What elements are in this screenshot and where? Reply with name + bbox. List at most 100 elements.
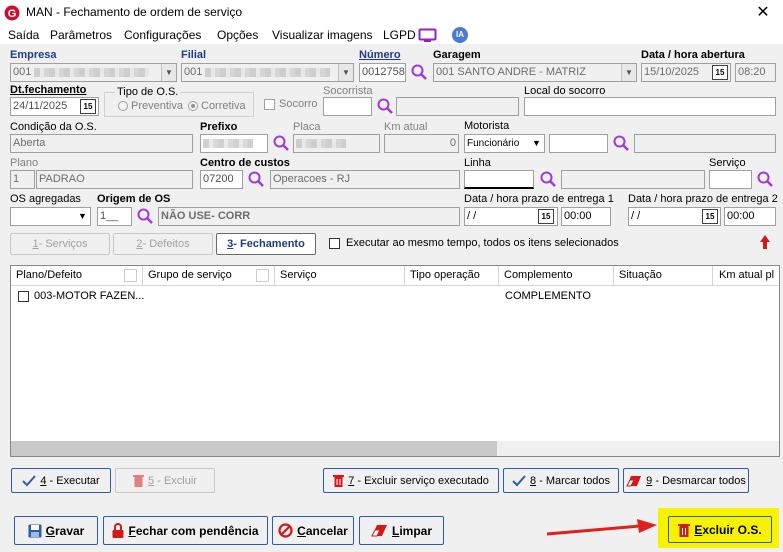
local-socorro-input[interactable] [524, 97, 776, 116]
row-checkbox[interactable] [18, 291, 29, 302]
exec-all-checkbox[interactable] [329, 238, 340, 249]
cancel-icon [278, 523, 293, 538]
table-header: Plano/Defeito Grupo de serviço Serviço T… [11, 266, 779, 286]
column-filter-icon[interactable] [124, 269, 137, 282]
tab-servicos[interactable]: 1 - Serviços [10, 233, 110, 255]
tab-fechamento-label: - Fechamento [233, 238, 305, 250]
preventiva-radio[interactable] [118, 101, 128, 111]
filial-value: 001 [184, 66, 203, 78]
executar-label: - Executar [46, 474, 100, 487]
calendar-icon[interactable]: 15 [80, 99, 96, 114]
empresa-select[interactable]: 001 [10, 63, 177, 82]
search-icon[interactable] [136, 207, 154, 225]
chevron-down-icon[interactable]: ▼ [338, 64, 353, 81]
eraser-icon [371, 525, 387, 537]
search-icon[interactable] [539, 170, 557, 188]
gravar-button[interactable]: Gravar [14, 516, 98, 545]
menu-lgpd[interactable]: LGPD [383, 28, 416, 42]
search-icon[interactable] [612, 134, 630, 152]
prazo1-label: Data / hora prazo de entrega 1 [464, 193, 614, 205]
desmarcar-label: - Desmarcar todos [652, 474, 746, 487]
tab-defeitos[interactable]: 2 - Defeitos [113, 233, 213, 255]
monitor-icon[interactable] [418, 28, 438, 43]
garagem-select[interactable]: 001 SANTO ANDRE - MATRIZ [433, 63, 637, 82]
check-icon [22, 474, 37, 486]
cancelar-hotkey: C [297, 523, 306, 538]
ia-badge-icon[interactable]: IA [452, 27, 468, 43]
abertura-time-input[interactable]: 08:20 [735, 63, 776, 82]
calendar-icon[interactable]: 15 [712, 65, 728, 80]
centro-custos-label: Centro de custos [200, 157, 290, 169]
scrollbar-track[interactable] [497, 441, 779, 456]
chevron-down-icon[interactable]: ▼ [529, 135, 544, 152]
horizontal-scrollbar[interactable] [11, 441, 497, 456]
excluir-exec-label: - Excluir serviço executado [354, 474, 489, 487]
marcar-todos-button[interactable]: 8 - Marcar todos [503, 468, 619, 493]
calendar-icon[interactable]: 15 [702, 209, 718, 224]
menu-saida[interactable]: Saída [8, 28, 39, 42]
excluir-button[interactable]: 5 - Excluir [115, 468, 215, 493]
plano-code-field: 1 [10, 170, 35, 189]
menu-bar: Saída Parâmetros Configurações Opções Vi… [0, 26, 783, 44]
menu-parametros[interactable]: Parâmetros [50, 28, 112, 42]
empresa-value: 001 [13, 66, 32, 78]
socorro-checkbox[interactable] [264, 99, 275, 110]
calendar-icon[interactable]: 15 [538, 209, 554, 224]
motorista-input[interactable] [549, 134, 608, 153]
prazo2-time-input[interactable]: 00:00 [724, 207, 776, 226]
servico-input[interactable] [709, 170, 752, 189]
prefixo-input[interactable] [200, 134, 268, 153]
linha-input[interactable] [464, 170, 534, 189]
col-tipo-operacao[interactable]: Tipo operação [405, 266, 499, 285]
origem-os-input[interactable]: 1__ [97, 207, 132, 226]
executar-button[interactable]: 4 - Executar [11, 468, 111, 493]
close-icon[interactable]: ✕ [752, 2, 774, 22]
filial-select[interactable]: 001 [181, 63, 354, 82]
search-icon[interactable] [247, 170, 265, 188]
chevron-down-icon[interactable]: ▼ [161, 64, 176, 81]
excluir-os-button[interactable]: Excluir O.S. [668, 516, 772, 543]
corretiva-radio[interactable] [188, 101, 198, 111]
trash-icon [133, 475, 145, 487]
numero-input[interactable]: 0012758 [359, 63, 406, 82]
menu-opcoes[interactable]: Opções [217, 28, 258, 42]
col-km-atual[interactable]: Km atual pl [713, 266, 779, 285]
origem-os-name-field: NÃO USE- CORR [158, 207, 460, 226]
gravar-hotkey: G [45, 523, 55, 538]
search-icon[interactable] [756, 170, 774, 188]
prazo1-time-input[interactable]: 00:00 [561, 207, 611, 226]
socorrista-name-field [396, 97, 519, 116]
gravar-label: ravar [54, 523, 85, 538]
search-icon[interactable] [410, 63, 428, 81]
excluir-servico-executado-button[interactable]: 7 - Excluir serviço executado [323, 468, 499, 493]
table-row[interactable]: 003-MOTOR FAZEN... COMPLEMENTO [11, 287, 779, 305]
fechar-pendencia-button[interactable]: Fechar com pendência [103, 516, 268, 545]
search-icon[interactable] [376, 97, 394, 115]
centro-custos-name-field: Operacoes - RJ [270, 170, 460, 189]
redacted-text [203, 138, 253, 148]
arrow-up-icon[interactable] [759, 234, 771, 250]
corretiva-label: Corretiva [201, 100, 246, 112]
centro-custos-input[interactable]: 07200 [200, 170, 243, 189]
search-icon[interactable] [272, 134, 290, 152]
tab-servicos-label: - Serviços [38, 238, 88, 250]
col-situacao[interactable]: Situação [614, 266, 713, 285]
cancelar-button[interactable]: Cancelar [272, 516, 354, 545]
socorrista-input[interactable] [323, 97, 372, 116]
chevron-down-icon[interactable]: ▼ [621, 64, 636, 81]
col-servico[interactable]: Serviço [275, 266, 405, 285]
tab-fechamento[interactable]: 3 - Fechamento [216, 233, 316, 255]
motorista-name-field [634, 134, 776, 153]
limpar-button[interactable]: Limpar [359, 516, 444, 545]
garagem-label: Garagem [433, 49, 481, 61]
pendencia-label: echar com pendência [135, 523, 259, 538]
trash-icon [333, 475, 345, 487]
servico-label: Serviço [709, 157, 746, 169]
column-filter-icon[interactable] [256, 269, 269, 282]
menu-configuracoes[interactable]: Configurações [124, 28, 201, 42]
col-complemento[interactable]: Complemento [499, 266, 614, 285]
chevron-down-icon[interactable]: ▼ [75, 208, 90, 225]
menu-visualizar-imagens[interactable]: Visualizar imagens [272, 28, 373, 42]
redacted-text [34, 67, 150, 77]
desmarcar-todos-button[interactable]: 9 - Desmarcar todos [623, 468, 749, 493]
